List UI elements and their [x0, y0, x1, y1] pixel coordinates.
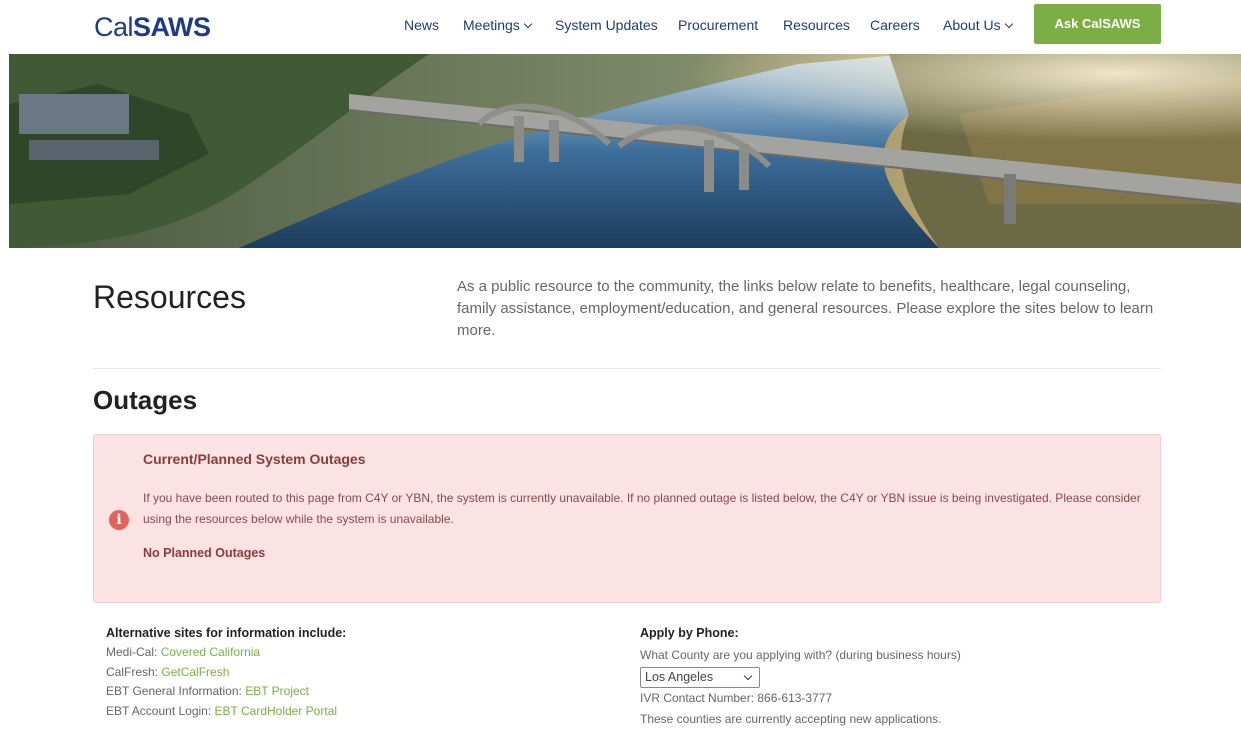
intro-text: As a public resource to the community, t…	[457, 278, 1154, 339]
site-header: CalSAWS News Meetings System Updates Pro…	[0, 0, 1241, 52]
section-divider	[93, 368, 1161, 369]
county-question: What County are you applying with? (duri…	[640, 648, 961, 662]
nav-meetings[interactable]: Meetings	[463, 16, 533, 34]
nav-system-updates[interactable]: System Updates	[555, 16, 658, 34]
list-item: CalFresh: GetCalFresh	[106, 664, 230, 679]
alternative-sites-heading: Alternative sites for information includ…	[106, 626, 347, 640]
county-select[interactable]: Los Angeles	[640, 667, 760, 688]
nav-news[interactable]: News	[404, 16, 439, 34]
page-title: Resources	[93, 279, 246, 315]
list-item: Medi-Cal: Covered California	[106, 645, 261, 659]
apply-by-phone-heading: Apply by Phone:	[640, 626, 739, 640]
info-icon: i	[109, 510, 129, 530]
alert-title: Current/Planned System Outages	[143, 451, 366, 467]
calsaws-logo[interactable]: CalSAWS	[94, 12, 211, 42]
counties-note: These counties are currently accepting n…	[640, 712, 942, 726]
covered-california-link[interactable]: Covered California	[161, 645, 260, 659]
apply-by-phone: Apply by Phone: What County are you appl…	[640, 624, 1140, 730]
ebt-project-link[interactable]: EBT Project	[245, 684, 309, 698]
nav-resources[interactable]: Resources	[783, 16, 850, 34]
nav-about-us[interactable]: About Us	[943, 16, 1013, 34]
getcalfresh-link[interactable]: GetCalFresh	[161, 665, 229, 679]
nav-careers[interactable]: Careers	[870, 16, 920, 34]
outage-alert: i Current/Planned System Outages If you …	[93, 434, 1161, 603]
chevron-down-icon	[1004, 19, 1013, 29]
ivr-number: IVR Contact Number: 866-613-3777	[640, 691, 833, 705]
alternative-sites: Alternative sites for information includ…	[106, 624, 556, 721]
nav-procurement[interactable]: Procurement	[678, 16, 758, 34]
chevron-down-icon	[743, 671, 753, 681]
outages-heading: Outages	[93, 385, 198, 415]
ebt-cardholder-portal-link[interactable]: EBT CardHolder Portal	[215, 704, 338, 718]
list-item: EBT General Information: EBT Project	[106, 684, 309, 698]
alert-body: If you have been routed to this page fro…	[143, 491, 1141, 526]
list-item: EBT Account Login: EBT CardHolder Portal	[106, 703, 338, 718]
ask-calsaws-button[interactable]: Ask CalSAWS	[1034, 4, 1161, 44]
alert-status: No Planned Outages	[143, 546, 266, 560]
hero-image-bridge	[9, 54, 1241, 248]
chevron-down-icon	[523, 19, 533, 29]
